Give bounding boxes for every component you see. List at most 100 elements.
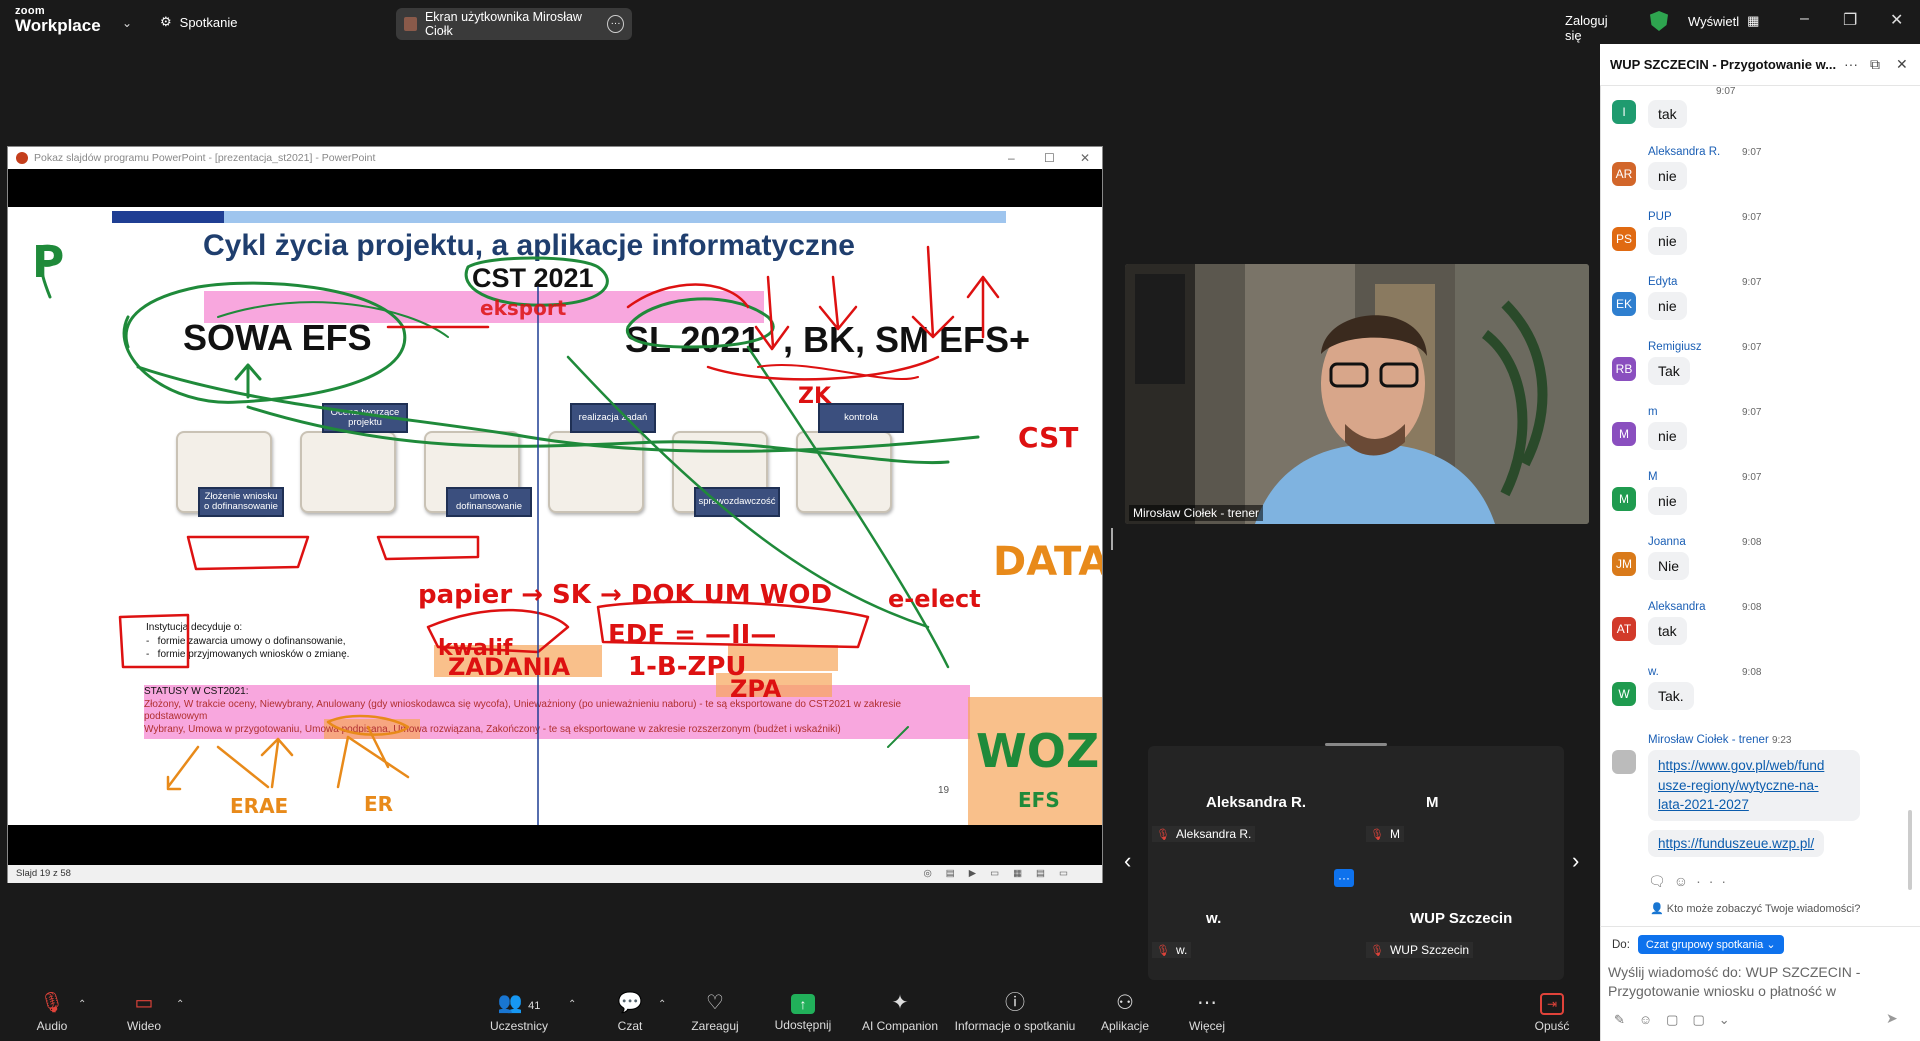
tile-label: 🎙 WUP Szczecin [1366, 942, 1474, 958]
more-icon[interactable]: ··· [1844, 56, 1858, 72]
compose-toolbar[interactable]: ✎☺▢▢⌄ [1614, 1012, 1744, 1028]
message-sender: w. [1648, 666, 1659, 678]
message-sender: m [1648, 406, 1658, 418]
logo-bottom: Workplace [15, 16, 101, 35]
close-icon[interactable]: ✕ [1896, 56, 1908, 73]
more-icon[interactable]: ··· [607, 15, 624, 33]
ai-companion-icon: ✦ [891, 992, 909, 1014]
ink-text-zk: ZK [798, 384, 832, 409]
ink-text-er: ER [364, 792, 393, 816]
message-sender: M [1648, 471, 1658, 483]
slide-counter: Slajd 19 z 58 [16, 868, 71, 879]
mic-muted-icon: 🎙 [1370, 828, 1384, 841]
chevron-up-icon[interactable]: ⌃ [176, 999, 184, 1010]
ink-text-zadania: ZADANIA [448, 653, 570, 681]
message-actions[interactable]: 🗨☺··· [1648, 873, 1734, 890]
more-button[interactable]: ⋯ Więcej [1186, 985, 1228, 1041]
ink-text-woz: WOZ [976, 724, 1099, 778]
privacy-note[interactable]: 👤 Kto może zobaczyć Twoje wiadomości? [1650, 902, 1860, 915]
avatar: RB [1612, 357, 1636, 381]
chat-message: AT Aleksandra 9:08 tak [1612, 599, 1902, 655]
chat-message: Itak [1612, 92, 1902, 148]
chevron-up-icon[interactable]: ⌃ [568, 999, 576, 1010]
gallery-more-button[interactable]: ··· [1334, 869, 1354, 887]
meeting-menu[interactable]: ⚙ Spotkanie [160, 14, 237, 30]
react-button[interactable]: ♡ Zareaguj [690, 985, 740, 1041]
shield-icon[interactable] [1650, 11, 1668, 31]
apps-button[interactable]: ⚇ Aplikacje [1098, 985, 1152, 1041]
chevron-up-icon[interactable]: ⌃ [658, 999, 666, 1010]
gallery-drag-handle[interactable] [1325, 743, 1387, 746]
ink-orange [166, 725, 410, 791]
message-bubble: nie [1648, 292, 1687, 320]
message-bubble: Tak [1648, 357, 1690, 385]
message-bubble: https://www.gov.pl/web/fund usze-regiony… [1648, 750, 1860, 821]
restore-icon[interactable]: ❐ [1843, 10, 1857, 30]
chat-button[interactable]: 💬 Czat [612, 985, 648, 1041]
message-time: 9:08 [1742, 537, 1762, 548]
mic-muted-icon: 🎙 [1156, 944, 1170, 957]
chevron-down-icon[interactable]: ⌄ [122, 16, 132, 30]
popout-icon[interactable]: ⧉ [1870, 56, 1880, 73]
ink-green [122, 281, 407, 404]
chat-message-trainer: Mirosław Ciołek - trener 9:23 https://ww… [1612, 734, 1902, 857]
split-handle[interactable] [1111, 528, 1113, 550]
message-input[interactable]: Wyślij wiadomość do: WUP SZCZECIN - Przy… [1608, 963, 1908, 1001]
chat-scrollbar[interactable] [1908, 810, 1912, 890]
ink-text-elect: e-elect [888, 585, 981, 613]
gallery-prev-icon[interactable]: ‹ [1124, 848, 1131, 874]
send-icon[interactable]: ➤ [1886, 1010, 1898, 1027]
chevron-up-icon[interactable]: ⌃ [78, 999, 86, 1010]
message-bubble: nie [1648, 162, 1687, 190]
message-sender: PUP [1648, 211, 1672, 223]
avatar: AR [1612, 162, 1636, 186]
video-button[interactable]: ▭ Wideo [124, 985, 164, 1041]
gallery-next-icon[interactable]: › [1572, 848, 1579, 874]
ink-green [136, 365, 980, 453]
speaker-video[interactable]: Mirosław Ciołek - trener [1125, 264, 1589, 524]
ppt-restore-icon[interactable]: ☐ [1044, 151, 1055, 165]
ink-text-cst: CST [1018, 421, 1078, 454]
people-icon: 👤 [1650, 903, 1664, 915]
meeting-toolbar: 🎙 Audio ⌃ ▭ Wideo ⌃ 👥 41 Uczestnicy ⌃ 💬 … [0, 985, 1600, 1041]
shared-powerpoint-window[interactable]: Pokaz slajdów programu PowerPoint - [pre… [7, 146, 1103, 883]
ppt-window-title: Pokaz slajdów programu PowerPoint - [pre… [34, 152, 376, 164]
ink-text-zpa: ZPA [730, 675, 782, 703]
meeting-info-button[interactable]: ⓘ Informacje o spotkaniu [952, 985, 1078, 1041]
chat-message: JM Joanna 9:08 Nie [1612, 534, 1902, 590]
ppt-minimize-icon[interactable]: – [1008, 151, 1015, 165]
ppt-view-icons[interactable]: ◎▤▶▭▦▤▭ [924, 865, 1082, 883]
message-bubble: Tak. [1648, 682, 1694, 710]
ink-green [217, 301, 449, 338]
message-bubble: Nie [1648, 552, 1690, 580]
letterbox-top [8, 169, 1102, 207]
message-link[interactable]: usze-regiony/wytyczne-na- [1658, 776, 1850, 796]
share-pill[interactable]: Ekran użytkownika Mirosław Ciołk ··· [396, 8, 632, 40]
chat-message: AR Aleksandra R. 9:07 nie [1612, 144, 1902, 200]
ai-companion-button[interactable]: ✦ AI Companion [858, 985, 942, 1041]
minimize-icon[interactable]: – [1800, 10, 1809, 28]
recipient-dropdown[interactable]: Czat grupowy spotkania ⌄ [1637, 935, 1784, 954]
divider [1600, 926, 1920, 927]
message-link[interactable]: https://funduszeue.wzp.pl/ [1658, 836, 1814, 851]
share-button[interactable]: ↑ Udostępnij [772, 985, 834, 1041]
leave-button[interactable]: ⇥ Opuść [1534, 985, 1570, 1041]
chat-message: PS PUP 9:07 nie [1612, 209, 1902, 265]
ink-red [186, 535, 310, 571]
tile-name: w. [1206, 910, 1222, 927]
message-link[interactable]: https://www.gov.pl/web/fund [1658, 756, 1850, 776]
view-menu[interactable]: Wyświetl ▦ [1688, 13, 1759, 29]
tile-name: Aleksandra R. [1206, 794, 1307, 811]
mic-muted-icon: 🎙 [39, 992, 65, 1014]
participants-button[interactable]: 👥 41 Uczestnicy [486, 985, 552, 1041]
slide-19[interactable]: Cykl życia projektu, a aplikacje informa… [8, 207, 1102, 825]
message-time: 9:08 [1742, 667, 1762, 678]
message-link[interactable]: lata-2021-2027 [1658, 795, 1850, 815]
ink-green [246, 405, 950, 465]
tile-label: 🎙 Aleksandra R. [1152, 826, 1256, 842]
signin-link[interactable]: Zaloguj się [1565, 13, 1608, 43]
audio-button[interactable]: 🎙 Audio [32, 985, 72, 1041]
ink-orange [326, 714, 410, 736]
ppt-close-icon[interactable]: ✕ [1080, 151, 1090, 165]
window-close-icon[interactable]: ✕ [1890, 10, 1903, 30]
